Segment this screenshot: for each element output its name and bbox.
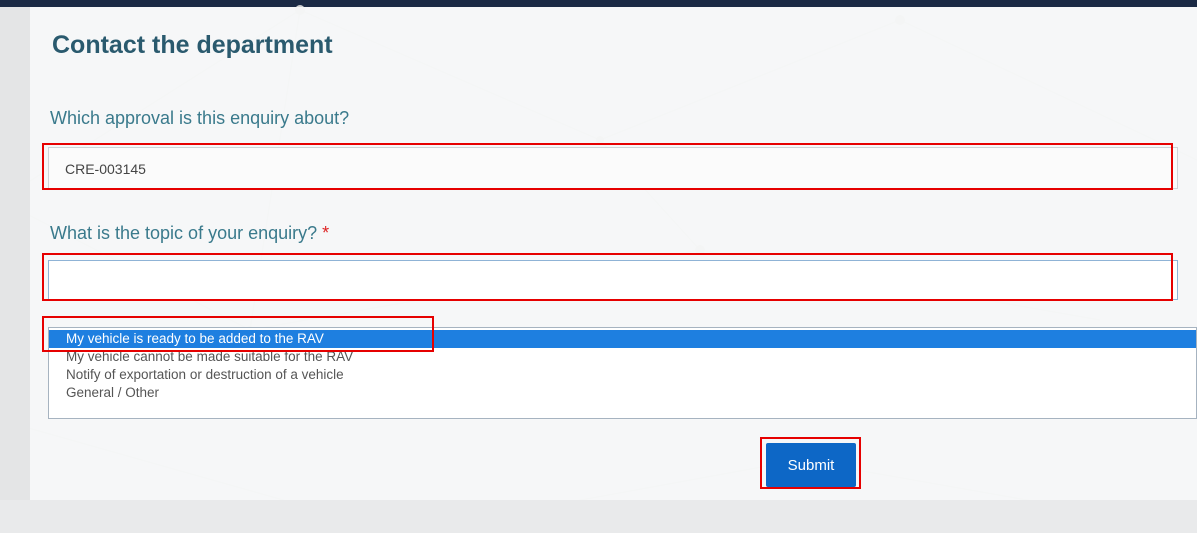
topic-label: What is the topic of your enquiry? *: [50, 223, 329, 244]
approval-label: Which approval is this enquiry about?: [50, 108, 350, 128]
form-panel: [30, 7, 1197, 502]
topic-option-cannot-be-made-suitable[interactable]: My vehicle cannot be made suitable for t…: [49, 348, 1196, 366]
approval-field[interactable]: CRE-003145: [48, 147, 1178, 189]
submit-button[interactable]: Submit: [766, 443, 856, 487]
topic-dropdown-list: My vehicle is ready to be added to the R…: [48, 327, 1197, 419]
topic-label-text: What is the topic of your enquiry?: [50, 223, 318, 243]
topic-option-exportation-destruction[interactable]: Notify of exportation or destruction of …: [49, 366, 1196, 384]
footer-strip: [0, 500, 1197, 533]
topic-option-ready[interactable]: My vehicle is ready to be added to the R…: [49, 330, 1196, 348]
topic-select[interactable]: [48, 260, 1178, 300]
required-marker: *: [322, 223, 330, 243]
left-margin: [0, 7, 30, 533]
page-title: Contact the department: [52, 31, 333, 59]
topic-option-general-other[interactable]: General / Other: [49, 384, 1196, 402]
approval-value: CRE-003145: [65, 161, 146, 177]
